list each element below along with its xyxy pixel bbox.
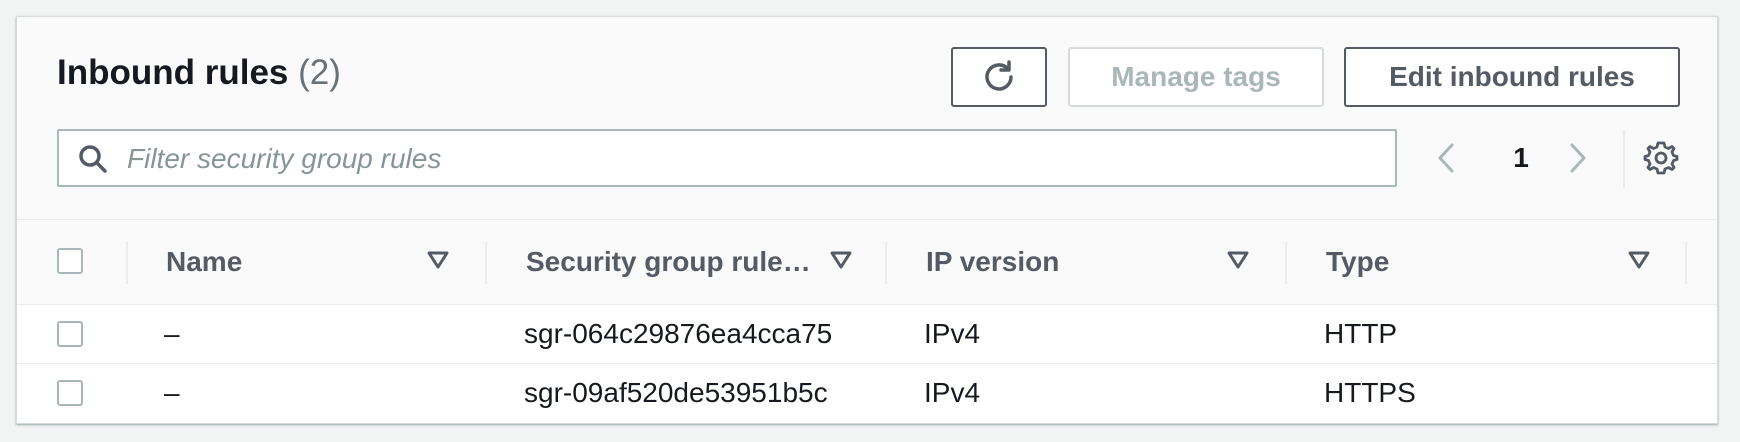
- next-page-icon[interactable]: [1565, 141, 1589, 175]
- column-divider: [1285, 242, 1287, 284]
- column-header-name[interactable]: Name: [166, 220, 242, 304]
- sort-icon[interactable]: [427, 250, 449, 270]
- cell-ip-version: IPv4: [924, 377, 981, 408]
- cell-name: –: [164, 377, 180, 408]
- rule-count: (2): [298, 53, 341, 92]
- cell-rule-id: sgr-064c29876ea4cca75: [524, 318, 833, 349]
- cell-type: HTTP: [1324, 318, 1398, 349]
- edit-inbound-rules-button[interactable]: Edit inbound rules: [1344, 47, 1680, 107]
- sort-icon[interactable]: [830, 250, 852, 270]
- column-header-ip-version[interactable]: IP version: [926, 220, 1059, 304]
- refresh-icon: [985, 60, 1013, 91]
- cell-ip-version: IPv4: [924, 318, 981, 349]
- search-box: [57, 129, 1397, 187]
- sort-icon[interactable]: [1227, 250, 1249, 270]
- column-divider: [1685, 242, 1687, 284]
- column-divider: [485, 242, 487, 284]
- cell-rule-id: sgr-09af520de53951b5c: [524, 377, 828, 408]
- cell-name: –: [164, 318, 180, 349]
- inbound-rules-panel: Inbound rules (2) Manage tags Edit inbou…: [16, 16, 1718, 424]
- column-header-type[interactable]: Type: [1326, 220, 1389, 304]
- current-page[interactable]: 1: [1503, 141, 1539, 175]
- previous-page-icon[interactable]: [1435, 141, 1459, 175]
- table-row[interactable]: – sgr-09af520de53951b5c IPv4 HTTPS: [17, 364, 1717, 422]
- search-icon: [79, 145, 107, 173]
- panel-title: Inbound rules (2): [57, 53, 341, 93]
- column-header-rule-id[interactable]: Security group rule…: [526, 220, 811, 304]
- search-input[interactable]: [125, 139, 1369, 179]
- cell-type: HTTPS: [1324, 377, 1416, 408]
- table-header: Name Security group rule… IP version Typ…: [17, 220, 1717, 305]
- column-divider: [885, 242, 887, 284]
- column-divider: [126, 242, 128, 284]
- pagination-divider: [1623, 130, 1625, 188]
- row-checkbox[interactable]: [57, 321, 83, 347]
- title-text: Inbound rules: [57, 53, 289, 92]
- panel-header: Inbound rules (2) Manage tags Edit inbou…: [17, 17, 1717, 220]
- select-all-checkbox[interactable]: [57, 248, 83, 274]
- refresh-button[interactable]: [951, 47, 1047, 107]
- sort-icon[interactable]: [1628, 250, 1650, 270]
- manage-tags-button[interactable]: Manage tags: [1068, 47, 1324, 107]
- table-row[interactable]: – sgr-064c29876ea4cca75 IPv4 HTTP: [17, 305, 1717, 364]
- gear-icon[interactable]: [1643, 139, 1679, 175]
- row-checkbox[interactable]: [57, 380, 83, 406]
